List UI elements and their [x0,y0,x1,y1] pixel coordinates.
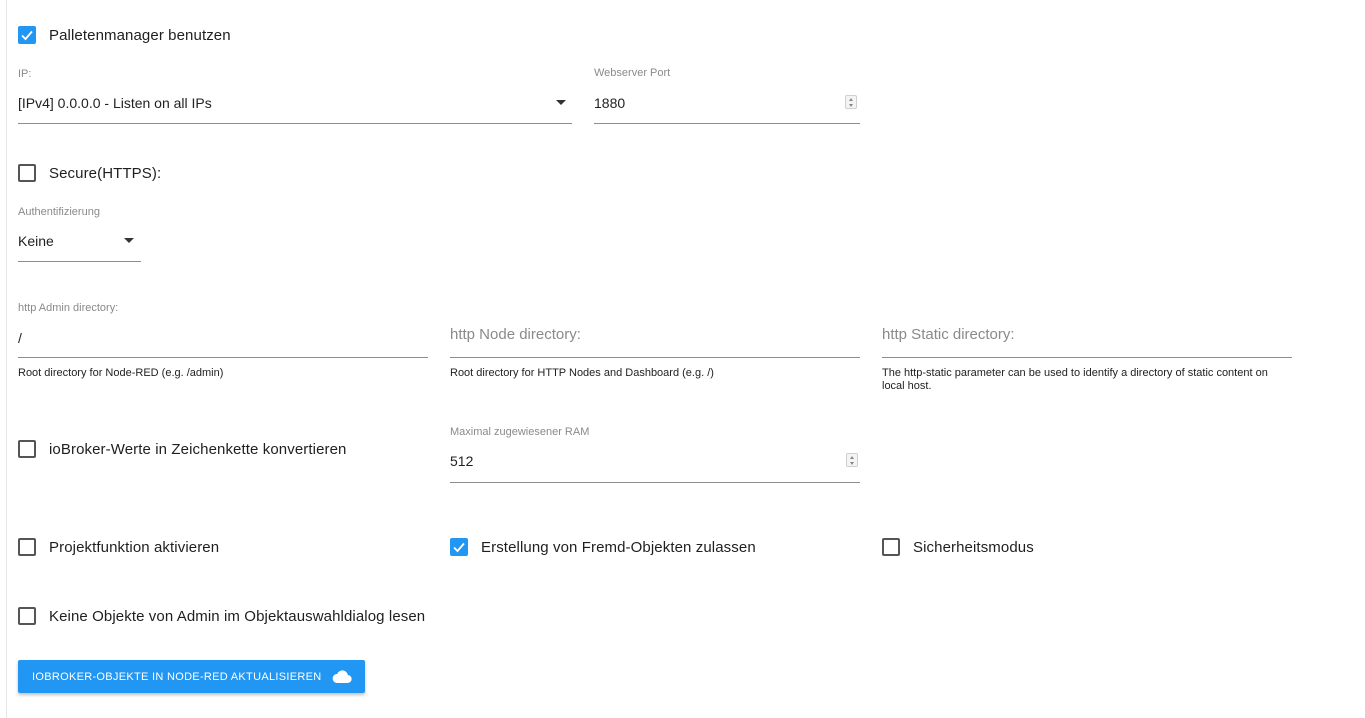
ip-underline [18,123,572,124]
palette-manager-label: Palletenmanager benutzen [49,27,231,44]
secure-label: Secure(HTTPS): [49,165,162,182]
project-label: Projektfunktion aktivieren [49,539,220,556]
auth-label: Authentifizierung [18,206,100,218]
palette-manager-checkbox[interactable] [18,26,36,44]
auth-underline [18,261,141,262]
admin-dir-input[interactable]: / [18,320,428,358]
safe-mode-checkbox[interactable] [882,538,900,556]
safe-mode-label: Sicherheitsmodus [913,539,1034,556]
admin-dir-value: / [18,330,22,346]
update-objects-button[interactable]: IOBROKER-OBJEKTE IN NODE-RED AKTUALISIER… [18,660,365,693]
dropdown-arrow-icon [124,238,134,243]
port-label: Webserver Port [594,67,671,79]
foreign-objects-label: Erstellung von Fremd-Objekten zulassen [481,539,756,556]
static-dir-placeholder: http Static directory: [882,326,1015,343]
node-dir-helper: Root directory for HTTP Nodes and Dashbo… [450,367,714,379]
max-ram-value: 512 [450,453,474,469]
auth-select[interactable]: Keine [18,224,141,262]
admin-dir-label: http Admin directory: [18,302,119,314]
port-value: 1880 [594,95,626,111]
node-dir-input[interactable]: http Node directory: [450,320,860,358]
static-dir-input[interactable]: http Static directory: [882,320,1292,358]
static-dir-underline [882,357,1292,358]
node-dir-underline [450,357,860,358]
max-ram-spinner[interactable] [846,453,858,467]
update-objects-button-label: IOBROKER-OBJEKTE IN NODE-RED AKTUALISIER… [32,671,322,683]
cloud-icon [332,670,352,684]
max-ram-label: Maximal zugewiesener RAM [450,426,590,438]
panel-left-border [6,0,7,718]
max-ram-input[interactable]: 512 [450,444,860,482]
static-dir-helper: The http-static parameter can be used to… [882,367,1268,392]
port-spinner[interactable] [845,95,857,109]
ip-label: IP: [18,68,32,80]
admin-dir-underline [18,357,428,358]
secure-checkbox[interactable] [18,164,36,182]
port-input[interactable]: 1880 [594,86,860,124]
ip-value: [IPv4] 0.0.0.0 - Listen on all IPs [18,95,212,111]
no-admin-objects-checkbox[interactable] [18,607,36,625]
auth-value: Keine [18,233,54,249]
project-checkbox[interactable] [18,538,36,556]
admin-dir-helper: Root directory for Node-RED (e.g. /admin… [18,367,224,379]
no-admin-objects-label: Keine Objekte von Admin im Objektauswahl… [49,608,426,625]
node-dir-placeholder: http Node directory: [450,326,581,343]
foreign-objects-checkbox[interactable] [450,538,468,556]
convert-values-checkbox[interactable] [18,440,36,458]
checkmark-icon [453,542,465,553]
checkmark-icon [21,30,33,41]
convert-values-label: ioBroker-Werte in Zeichenkette konvertie… [49,441,347,458]
port-underline [594,123,860,124]
max-ram-underline [450,482,860,483]
ip-select[interactable]: [IPv4] 0.0.0.0 - Listen on all IPs [18,86,572,124]
dropdown-arrow-icon [556,100,566,105]
